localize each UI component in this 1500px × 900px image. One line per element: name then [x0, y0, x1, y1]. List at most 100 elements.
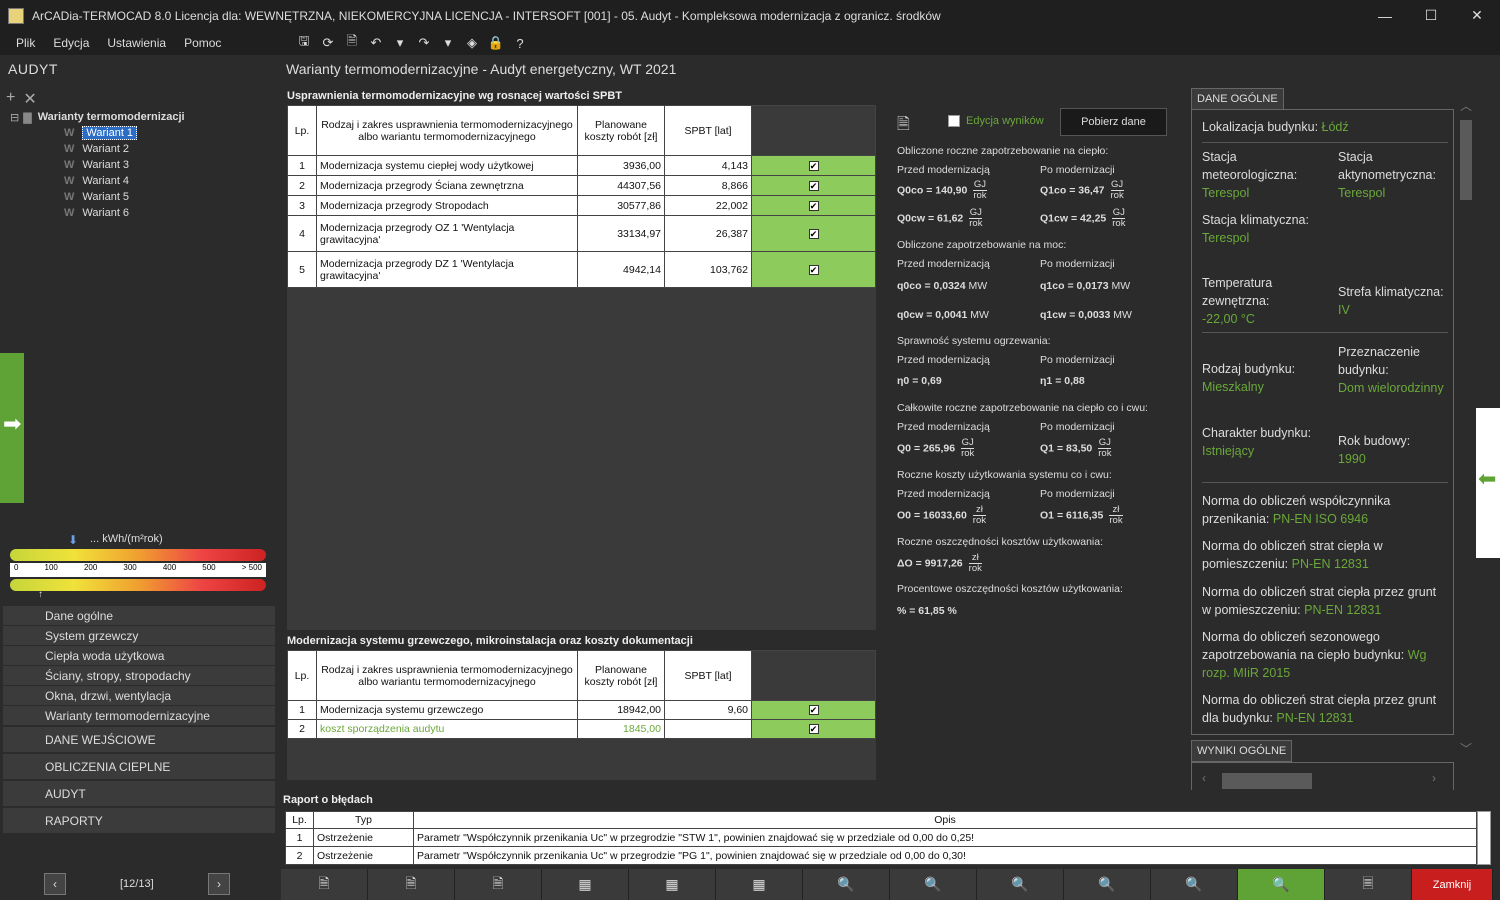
eta1-value: η1 = 0,88: [1040, 375, 1085, 387]
tick-label: 300: [123, 563, 137, 572]
tree-item-wariant-1[interactable]: W Wariant 1: [10, 125, 272, 141]
tree-item-wariant-2[interactable]: W Wariant 2: [10, 141, 272, 157]
left-panel: AUDYT + ✕ ⊟ ▇ Warianty termomodernizacji…: [0, 55, 277, 900]
table-row[interactable]: 5 Modernizacja przegrody DZ 1 'Wentylacj…: [287, 251, 876, 288]
add-icon[interactable]: +: [6, 89, 15, 109]
nav-dane-wejsciowe[interactable]: DANE WEJŚCIOWE: [3, 727, 275, 752]
redo-icon[interactable]: ↷: [412, 33, 436, 53]
row-checkbox[interactable]: ✔: [808, 200, 819, 211]
export-doc-icon[interactable]: 🗎: [455, 869, 542, 900]
search-doc-icon[interactable]: 🔍: [977, 869, 1064, 900]
error-scrollbar[interactable]: [1477, 811, 1491, 865]
nav-raporty[interactable]: RAPORTY: [3, 808, 275, 833]
col-header: Planowane koszty robót [zł]: [577, 105, 665, 156]
vertical-scrollbar[interactable]: [1460, 120, 1472, 200]
undo-dropdown-icon[interactable]: ▾: [388, 33, 412, 53]
table-row[interactable]: 4 Modernizacja przegrody OZ 1 'Wentylacj…: [287, 215, 876, 252]
collapse-right-tab[interactable]: ⬅: [1476, 408, 1500, 558]
table-row[interactable]: 1 Ostrzeżenie Parametr "Współczynnik prz…: [285, 828, 1477, 847]
export-doc-icon[interactable]: 🗎: [281, 869, 368, 900]
col-header: Planowane koszty robót [zł]: [577, 650, 665, 701]
checkbox[interactable]: [948, 115, 960, 127]
minimize-button[interactable]: —: [1362, 0, 1408, 31]
row-checkbox[interactable]: ✔: [808, 160, 819, 171]
preview-icon[interactable]: 🗎: [340, 33, 364, 53]
fetch-data-button[interactable]: Pobierz dane: [1060, 108, 1167, 136]
tree-item-wariant-6[interactable]: W Wariant 6: [10, 205, 272, 221]
scroll-up-icon[interactable]: ︿: [1460, 97, 1472, 114]
redo-dropdown-icon[interactable]: ▾: [436, 33, 460, 53]
nav-okna[interactable]: Okna, drzwi, wentylacja: [3, 686, 275, 706]
table-row[interactable]: 3 Modernizacja przegrody Stropodach 3057…: [287, 195, 876, 216]
collapse-left-tab[interactable]: ➡: [0, 353, 24, 503]
nav-system-grzewczy[interactable]: System grzewczy: [3, 626, 275, 646]
report-icon[interactable]: 🗏: [1325, 869, 1412, 900]
tree-item-wariant-5[interactable]: W Wariant 5: [10, 189, 272, 205]
lock-icon[interactable]: 🔒: [484, 33, 508, 53]
row-checkbox[interactable]: ✔: [808, 264, 819, 275]
results-panel: 🗎 Edycja wyników Pobierz dane Obliczone …: [893, 105, 1183, 625]
edit-results-checkbox[interactable]: Edycja wyników: [948, 115, 1044, 127]
nav-warianty[interactable]: Warianty termomodernizacyjne: [3, 706, 275, 726]
save-icon[interactable]: 🖫: [292, 33, 316, 53]
tree-item-wariant-4[interactable]: W Wariant 4: [10, 173, 272, 189]
prev-page-button[interactable]: ‹: [44, 873, 66, 895]
table-row[interactable]: 2 Modernizacja przegrody Ściana zewnętrz…: [287, 175, 876, 196]
tab-dane-ogolne[interactable]: DANE OGÓLNE: [1191, 88, 1284, 110]
export-doc-icon[interactable]: 🗎: [368, 869, 455, 900]
search-doc-icon[interactable]: 🔍: [1064, 869, 1151, 900]
scroll-down-icon[interactable]: ﹀: [1460, 740, 1472, 757]
search-doc-icon[interactable]: 🔍: [1151, 869, 1238, 900]
tree-root[interactable]: ⊟ ▇ Warianty termomodernizacji: [10, 109, 272, 125]
search-doc-icon[interactable]: 🔍: [803, 869, 890, 900]
close-button[interactable]: Zamknij: [1412, 869, 1493, 900]
nav-dane-ogolne[interactable]: Dane ogólne: [3, 606, 275, 626]
search-doc-icon[interactable]: 🔍: [890, 869, 977, 900]
close-window-button[interactable]: ✕: [1454, 0, 1500, 31]
horizontal-scrollbar[interactable]: [1222, 773, 1312, 789]
menu-plik[interactable]: Plik: [16, 36, 35, 50]
row-checkbox[interactable]: ✔: [808, 180, 819, 191]
arrow-left-icon: ⬅: [1478, 466, 1497, 491]
qt1-value: Q1 = 83,50 GJ rok: [1040, 437, 1112, 459]
tick-label: 0: [14, 563, 19, 572]
delete-icon[interactable]: ✕: [23, 89, 36, 109]
tab-wyniki-ogolne[interactable]: WYNIKI OGÓLNE: [1191, 740, 1293, 762]
results-doc-icon[interactable]: 🗎: [897, 113, 910, 140]
app-icon: [8, 7, 24, 24]
menu-pomoc[interactable]: Pomoc: [184, 36, 221, 50]
nav-audyt[interactable]: AUDYT: [3, 781, 275, 806]
scroll-left-icon[interactable]: ‹: [1202, 771, 1206, 785]
next-page-button[interactable]: ›: [208, 873, 230, 895]
row-checkbox[interactable]: ✔: [808, 724, 819, 734]
maximize-button[interactable]: ☐: [1408, 0, 1454, 31]
help-icon[interactable]: ?: [508, 33, 532, 53]
table-row[interactable]: 2 koszt sporządzenia audytu 1845,00 ✔: [287, 719, 876, 739]
search-doc-icon[interactable]: 🔍: [1238, 869, 1325, 900]
table-icon[interactable]: ▦: [716, 869, 803, 900]
table-row[interactable]: 2 Ostrzeżenie Parametr "Współczynnik prz…: [285, 846, 1477, 865]
refresh-icon[interactable]: ⟳: [316, 33, 340, 53]
variant-icon: W: [64, 143, 75, 155]
variant-tree: ⊟ ▇ Warianty termomodernizacji W Wariant …: [10, 109, 272, 221]
nav-ciepla-woda[interactable]: Ciepła woda użytkowa: [3, 646, 275, 666]
bottom-toolbar: 🗎 🗎 🗎 ▦ ▦ ▦ 🔍 🔍 🔍 🔍 🔍 🔍 🗏 Zamknij: [281, 869, 1500, 900]
row-checkbox[interactable]: ✔: [808, 228, 819, 239]
section-title: Modernizacja systemu grzewczego, mikroin…: [287, 635, 693, 647]
row-checkbox[interactable]: ✔: [808, 705, 819, 715]
tree-item-wariant-3[interactable]: W Wariant 3: [10, 157, 272, 173]
purpose-field: Przeznaczenie budynku: Dom wielorodzinny: [1338, 345, 1444, 395]
menu-ustawienia[interactable]: Ustawienia: [107, 36, 166, 50]
scroll-right-icon[interactable]: ›: [1432, 771, 1436, 785]
nav-obliczenia-cieplne[interactable]: OBLICZENIA CIEPLNE: [3, 754, 275, 779]
collapse-icon[interactable]: ⊟: [10, 111, 19, 124]
table-row[interactable]: 1 Modernizacja systemu ciepłej wody użyt…: [287, 155, 876, 176]
layers-icon[interactable]: ◈: [460, 33, 484, 53]
clim-station-field: Stacja klimatyczna: Terespol: [1202, 213, 1309, 245]
table-row[interactable]: 1 Modernizacja systemu grzewczego 18942,…: [287, 700, 876, 720]
table-icon[interactable]: ▦: [542, 869, 629, 900]
table-icon[interactable]: ▦: [629, 869, 716, 900]
nav-sciany[interactable]: Ściany, stropy, stropodachy: [3, 666, 275, 686]
undo-icon[interactable]: ↶: [364, 33, 388, 53]
menu-edycja[interactable]: Edycja: [53, 36, 89, 50]
